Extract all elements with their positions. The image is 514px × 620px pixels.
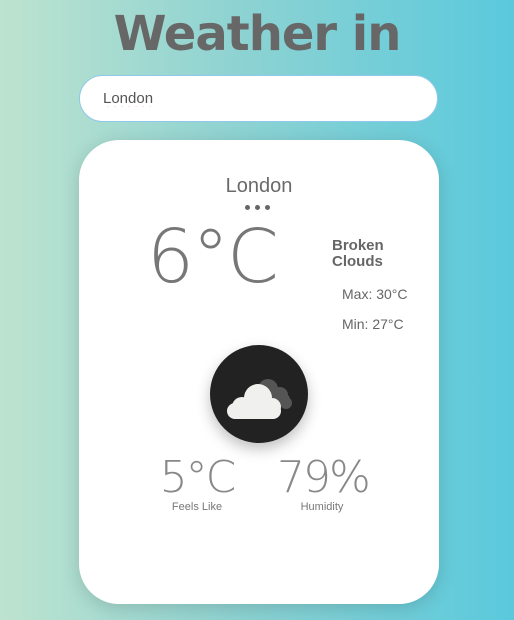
feels-like-value: 5°C <box>159 452 237 503</box>
page-title: Weather in <box>113 6 402 62</box>
city-name: London <box>225 175 293 197</box>
weather-description: Broken Clouds <box>332 237 384 270</box>
max-temperature: Max: 30°C <box>342 286 408 302</box>
weather-card: London 6°C Broken Clouds Max: 30°C Min: … <box>79 140 439 604</box>
current-temperature: 6°C <box>147 214 279 300</box>
broken-clouds-icon <box>210 345 308 443</box>
city-search-input[interactable] <box>79 75 438 122</box>
humidity: 79% Humidity <box>277 452 371 514</box>
more-dots-icon[interactable] <box>245 205 270 210</box>
min-temperature: Min: 27°C <box>342 316 404 332</box>
feels-like: 5°C Feels Like <box>157 452 237 514</box>
humidity-value: 79% <box>277 452 371 503</box>
